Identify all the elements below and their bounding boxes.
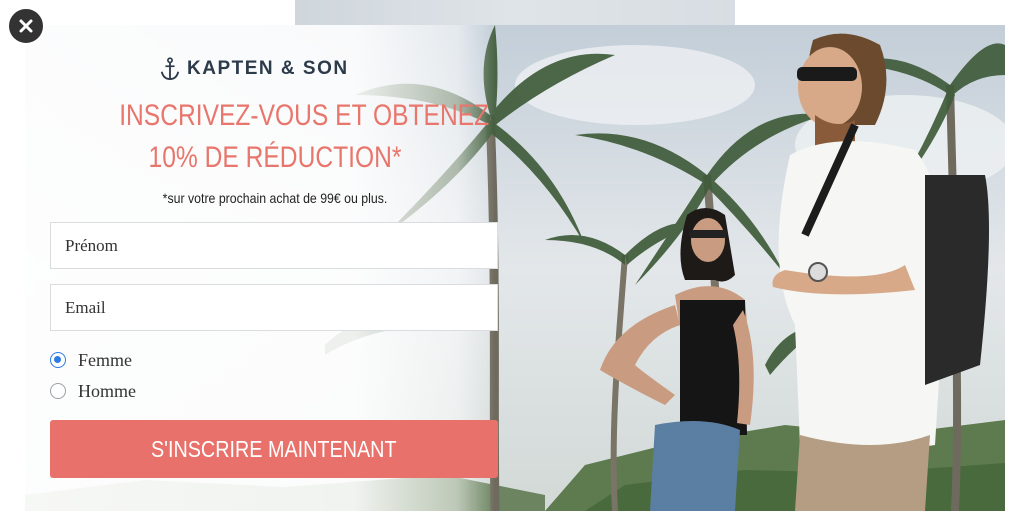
headline-line-1: INSCRIVEZ-VOUS ET OBTENEZ — [119, 99, 490, 132]
brand-logo: KAPTEN & SON — [159, 56, 389, 82]
offer-disclaimer: *sur votre prochain achat de 99€ ou plus… — [162, 190, 388, 206]
radio-homme[interactable] — [50, 383, 66, 399]
first-name-field[interactable] — [50, 222, 498, 269]
subscribe-button-label: S'INSCRIRE MAINTENANT — [151, 435, 397, 462]
gender-option-homme[interactable]: Homme — [50, 380, 136, 402]
page-background-strip — [295, 0, 735, 25]
gender-option-femme[interactable]: Femme — [50, 349, 132, 371]
email-field[interactable] — [50, 284, 498, 331]
brand-name: KAPTEN & SON — [187, 58, 349, 79]
first-name-input[interactable] — [63, 222, 497, 269]
headline-line-2: 10% DE RÉDUCTION* — [148, 141, 402, 174]
anchor-icon — [160, 57, 180, 81]
email-input[interactable] — [63, 284, 497, 331]
close-button[interactable] — [7, 7, 45, 45]
close-icon — [19, 19, 33, 33]
signup-form-panel: KAPTEN & SON INSCRIVEZ-VOUS ET OBTENEZ 1… — [25, 25, 498, 511]
offer-headline: INSCRIVEZ-VOUS ET OBTENEZ 10% DE RÉDUCTI… — [119, 95, 490, 179]
radio-femme[interactable] — [50, 352, 66, 368]
radio-label-homme: Homme — [78, 380, 136, 401]
radio-label-femme: Femme — [78, 349, 132, 370]
signup-popup: KAPTEN & SON INSCRIVEZ-VOUS ET OBTENEZ 1… — [25, 25, 1005, 511]
subscribe-button[interactable]: S'INSCRIRE MAINTENANT — [50, 420, 498, 478]
